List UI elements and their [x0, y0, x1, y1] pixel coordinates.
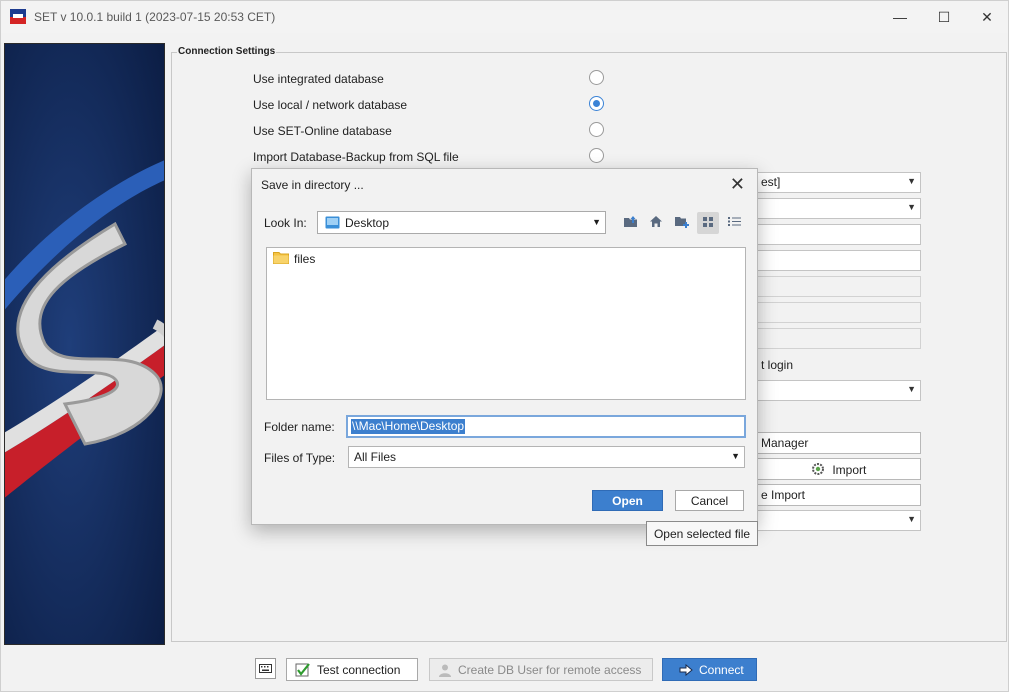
bottom-toolbar: Test connection Create DB User for remot…: [1, 656, 1008, 684]
checkbox-checked-icon: [295, 662, 311, 678]
test-connection-label: Test connection: [317, 662, 401, 677]
import-button-label: Import: [832, 463, 867, 477]
host-field[interactable]: [756, 224, 921, 245]
files-of-type-select[interactable]: All Files ▼: [348, 446, 745, 468]
folder-name-label: Folder name:: [264, 420, 335, 434]
import-button[interactable]: Import: [756, 458, 921, 480]
keyboard-icon: [259, 662, 272, 676]
open-tooltip: Open selected file: [646, 521, 758, 546]
files-of-type-value: All Files: [354, 450, 397, 464]
home-icon: [649, 215, 663, 231]
file-list[interactable]: files: [266, 247, 746, 400]
connect-button[interactable]: Connect: [662, 658, 757, 681]
new-folder-button[interactable]: [671, 212, 693, 234]
file-name: files: [294, 252, 316, 266]
server-combo[interactable]: ▼: [756, 198, 921, 219]
folder-name-value: \\Mac\Home\Desktop: [351, 419, 466, 434]
close-window-button[interactable]: ✕: [964, 1, 1009, 33]
desktop-folder-icon: [325, 216, 340, 232]
radio-integrated[interactable]: [589, 70, 604, 85]
arrow-right-icon: [679, 663, 693, 676]
dialog-close-button[interactable]: ✕: [730, 175, 745, 193]
folder-icon: [273, 251, 289, 267]
password-field[interactable]: [756, 302, 921, 323]
radio-import-backup[interactable]: [589, 148, 604, 163]
chevron-down-icon: ▼: [907, 514, 916, 524]
import2-button-label: e Import: [761, 488, 806, 502]
new-folder-icon: [674, 215, 690, 231]
option-label-integrated: Use integrated database: [253, 72, 384, 86]
up-folder-button[interactable]: [619, 212, 641, 234]
user-icon: [438, 663, 452, 677]
connect-label: Connect: [699, 662, 744, 677]
option-label-import-backup: Import Database-Backup from SQL file: [253, 150, 459, 164]
maximize-button[interactable]: ☐: [921, 1, 967, 33]
home-button[interactable]: [645, 212, 667, 234]
cancel-button[interactable]: Cancel: [675, 490, 744, 511]
close-icon: ✕: [981, 8, 993, 25]
cancel-button-label: Cancel: [690, 493, 729, 508]
list-view-button[interactable]: [697, 212, 719, 234]
db-type-value: est]: [761, 175, 781, 189]
up-folder-icon: [623, 215, 638, 231]
title-bar: SET v 10.0.1 build 1 (2023-07-15 20:53 C…: [1, 1, 1008, 33]
option-label-set-online: Use SET-Online database: [253, 124, 392, 138]
files-of-type-label: Files of Type:: [264, 451, 336, 465]
close-icon: ✕: [729, 174, 745, 194]
chevron-down-icon: ▼: [907, 384, 916, 394]
create-db-user-label: Create DB User for remote access: [458, 662, 642, 677]
option-label-local-network: Use local / network database: [253, 98, 408, 112]
import2-button[interactable]: e Import: [756, 484, 921, 506]
maximize-icon: ☐: [937, 8, 951, 25]
user-field[interactable]: [756, 276, 921, 297]
dialog-title: Save in directory ...: [261, 178, 364, 192]
look-in-label: Look In:: [264, 216, 307, 230]
app-logo-icon: [10, 9, 26, 24]
manager-button[interactable]: Manager: [756, 432, 921, 454]
chevron-down-icon: ▼: [907, 202, 916, 212]
radio-set-online[interactable]: [589, 122, 604, 137]
chevron-down-icon: ▼: [907, 176, 916, 186]
gear-icon: [811, 462, 825, 479]
details-view-icon: [727, 216, 741, 230]
minimize-button[interactable]: —: [877, 1, 923, 33]
manager-button-label: Manager: [761, 436, 809, 450]
open-button[interactable]: Open: [592, 490, 663, 511]
database-field[interactable]: [756, 328, 921, 349]
folder-name-input[interactable]: \\Mac\Home\Desktop: [346, 415, 746, 438]
chevron-down-icon: ▼: [731, 451, 740, 461]
group-title: Connection Settings: [177, 46, 277, 57]
test-connection-button[interactable]: Test connection: [286, 658, 418, 681]
login-combo[interactable]: ▼: [756, 380, 921, 401]
look-in-value: Desktop: [345, 216, 390, 230]
minimize-icon: —: [893, 9, 907, 25]
tooltip-text: Open selected file: [653, 526, 751, 541]
look-in-combo[interactable]: Desktop ▼: [317, 211, 606, 234]
open-button-label: Open: [612, 493, 643, 508]
details-view-button[interactable]: [723, 212, 745, 234]
create-db-user-button[interactable]: Create DB User for remote access: [429, 658, 653, 681]
chevron-down-icon: ▼: [592, 217, 601, 227]
port-field[interactable]: [756, 250, 921, 271]
save-directory-dialog: Save in directory ... ✕ Look In: Desktop…: [251, 168, 758, 525]
auto-login-label: t login: [761, 358, 794, 372]
keyboard-button[interactable]: [255, 658, 276, 679]
radio-local-network[interactable]: [589, 96, 604, 111]
db-type-combo[interactable]: est] ▼: [756, 172, 921, 193]
sidebar-logo-image: [4, 43, 165, 645]
grid-view-icon: [702, 216, 714, 231]
list-item[interactable]: files: [273, 251, 315, 267]
bottom-combo[interactable]: ▼: [756, 510, 921, 531]
window-title: SET v 10.0.1 build 1 (2023-07-15 20:53 C…: [34, 10, 276, 24]
